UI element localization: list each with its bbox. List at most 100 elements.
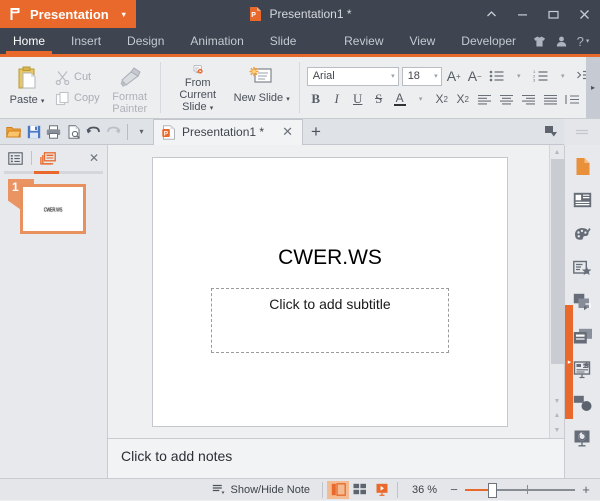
align-left-button[interactable] [475, 90, 494, 109]
ribbon-divider [299, 62, 300, 113]
tab-home[interactable]: Home [0, 28, 58, 54]
help-icon[interactable]: ?▾ [573, 28, 593, 54]
copy-button[interactable]: Copy [52, 88, 105, 108]
tab-review[interactable]: Review [331, 28, 396, 54]
zoom-slider-handle[interactable] [488, 483, 497, 498]
from-current-slide-button[interactable]: From CurrentSlide ▾ [166, 60, 230, 115]
shape-settings-icon[interactable] [570, 189, 596, 211]
slide-sorter-view-button[interactable] [349, 481, 371, 499]
maximize-button[interactable] [538, 0, 569, 28]
slide-properties-icon[interactable] [570, 155, 596, 177]
decrease-font-size-button[interactable]: A− [466, 67, 484, 86]
new-slide-button[interactable]: New Slide ▾ [230, 60, 294, 115]
chart-settings-icon[interactable] [570, 359, 596, 381]
font-name-combobox[interactable]: Arial ▾ [307, 67, 399, 86]
redo-icon[interactable] [104, 122, 123, 142]
font-color-dropdown[interactable]: ▾ [412, 90, 430, 109]
zoom-slider[interactable] [465, 479, 575, 501]
expand-ribbon-button[interactable]: ▸ [586, 57, 600, 118]
slide-subtitle-placeholder[interactable]: Click to add subtitle [211, 288, 449, 353]
tab-insert[interactable]: Insert [58, 28, 114, 54]
zoom-out-button[interactable]: − [446, 482, 462, 497]
document-tab[interactable]: P Presentation1 * ✕ [153, 119, 303, 145]
align-center-button[interactable] [497, 90, 516, 109]
font-size-combobox[interactable]: 18 ▾ [402, 67, 442, 86]
zoom-in-button[interactable]: + [578, 482, 594, 497]
document-tab-bar: P Presentation1 * ✕ + [153, 119, 564, 145]
bullet-list-dropdown[interactable]: ▾ [510, 67, 528, 86]
start-slideshow-button[interactable] [371, 481, 393, 499]
cut-button[interactable]: Cut [52, 67, 105, 87]
superscript-button[interactable]: X2 [433, 90, 451, 109]
undo-icon[interactable] [84, 122, 103, 142]
text-art-icon[interactable] [570, 257, 596, 279]
tab-animation[interactable]: Animation [177, 28, 256, 54]
table-settings-icon[interactable] [570, 291, 596, 313]
previous-slide-icon[interactable]: ▲ [550, 408, 565, 423]
sidebar-expand-handle[interactable]: ▸ [565, 305, 573, 419]
minimize-button[interactable] [507, 0, 538, 28]
paragraph-settings-icon[interactable] [570, 223, 596, 245]
tshirt-icon[interactable] [529, 28, 549, 54]
subscript-button[interactable]: X2 [454, 90, 472, 109]
normal-view-button[interactable] [327, 481, 349, 499]
slide-editing-area[interactable]: CWER.WS Click to add subtitle ▲ ▼ ▲ ▼ [108, 145, 564, 438]
shape-fill-icon[interactable] [570, 427, 596, 449]
tab-design[interactable]: Design [114, 28, 177, 54]
numbered-list-button[interactable]: 123 [531, 67, 551, 86]
chevron-down-icon: ▾ [434, 72, 438, 80]
paste-button[interactable]: Paste ▾ [2, 60, 52, 115]
justify-button[interactable] [541, 90, 560, 109]
scroll-up-icon[interactable]: ▲ [550, 145, 565, 159]
superscript-base: X [435, 92, 443, 106]
tab-developer[interactable]: Developer [448, 28, 529, 54]
subscript-base: X [456, 92, 464, 106]
close-slide-panel-icon[interactable]: ✕ [85, 151, 103, 165]
font-color-button[interactable]: A [391, 90, 409, 109]
open-icon[interactable] [4, 122, 23, 142]
chevron-down-icon: ▾ [586, 37, 590, 45]
close-button[interactable] [569, 0, 600, 28]
scrollbar-track[interactable] [550, 159, 565, 394]
ribbon-toolbar: Paste ▾ Cut Copy FormatPainter [0, 57, 600, 119]
save-icon[interactable] [24, 122, 43, 142]
user-account-icon[interactable] [551, 28, 571, 54]
tab-list-dropdown-icon[interactable] [540, 121, 562, 143]
scroll-down-icon[interactable]: ▼ [550, 394, 565, 408]
underline-button[interactable]: U [349, 90, 367, 109]
slide-title-text[interactable]: CWER.WS [191, 246, 469, 270]
tab-view[interactable]: View [397, 28, 449, 54]
format-painter-button[interactable]: FormatPainter [105, 60, 155, 115]
zoom-level-label[interactable]: 36 % [402, 484, 446, 496]
next-slide-icon[interactable]: ▼ [550, 423, 565, 438]
scrollbar-thumb[interactable] [551, 159, 564, 364]
slide-canvas[interactable]: CWER.WS Click to add subtitle [152, 157, 508, 427]
show-hide-notes-button[interactable]: Show/Hide Note [204, 479, 319, 501]
strikethrough-button[interactable]: S [370, 90, 388, 109]
slide-thumbnail[interactable]: CWER.WS [20, 184, 86, 234]
line-spacing-button[interactable] [563, 90, 582, 109]
italic-button[interactable]: I [328, 90, 346, 109]
customize-qat-icon[interactable]: ▾ [132, 122, 151, 142]
bullet-list-button[interactable] [487, 67, 507, 86]
app-brand-button[interactable]: Presentation ▾ [0, 0, 136, 28]
collapse-ribbon-button[interactable] [476, 0, 507, 28]
new-document-tab-button[interactable]: + [303, 119, 329, 145]
notes-pane[interactable]: Click to add notes [108, 438, 564, 478]
outline-view-icon[interactable] [4, 149, 26, 168]
print-icon[interactable] [44, 122, 63, 142]
align-right-button[interactable] [519, 90, 538, 109]
increase-font-size-button[interactable]: A+ [445, 67, 463, 86]
tab-slide-show[interactable]: Slide Show [257, 28, 331, 54]
svg-text:P: P [252, 12, 257, 19]
slides-view-icon[interactable] [37, 149, 59, 168]
bold-button[interactable]: B [307, 90, 325, 109]
numbered-list-dropdown[interactable]: ▾ [554, 67, 572, 86]
close-icon[interactable]: ✕ [279, 124, 296, 140]
print-preview-icon[interactable] [64, 122, 83, 142]
vertical-scrollbar[interactable]: ▲ ▼ ▲ ▼ [549, 145, 564, 438]
image-settings-icon[interactable] [570, 325, 596, 347]
slide-thumbnail-item[interactable]: 1 CWER.WS [20, 184, 86, 234]
panel-collapse-button[interactable] [564, 119, 600, 145]
signature-icon[interactable] [570, 393, 596, 415]
